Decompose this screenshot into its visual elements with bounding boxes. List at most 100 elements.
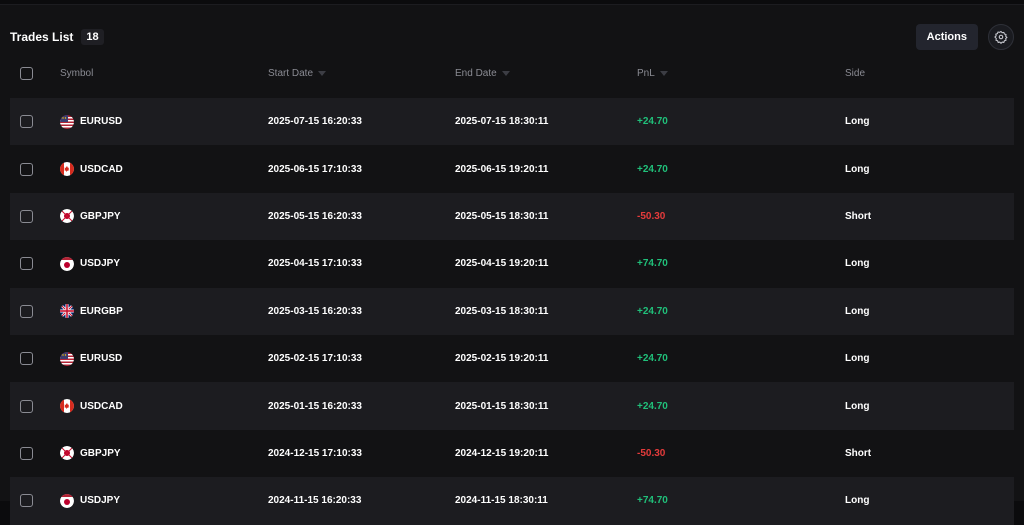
row-checkbox-cell: [20, 430, 40, 477]
symbol-cell: USDCAD: [60, 382, 260, 429]
symbol-text: EURUSD: [80, 353, 123, 365]
table-row[interactable]: EURGBP 2025-03-15 16:20:33 2025-03-15 18:3…: [10, 287, 1014, 335]
column-header-end-date[interactable]: End Date: [455, 48, 635, 98]
end-date-cell: 2025-02-15 19:20:11: [455, 353, 549, 365]
pnl-cell: +24.70: [637, 305, 668, 317]
currency-flag-icon: [60, 304, 74, 319]
side-cell: Short: [845, 447, 872, 459]
symbol-cell: GBPJPY: [60, 193, 260, 240]
row-checkbox[interactable]: [20, 399, 33, 413]
currency-flag-icon: [60, 351, 74, 366]
currency-flag-icon: [60, 114, 74, 129]
pnl-cell: +24.70: [637, 353, 668, 365]
end-date-cell: 2025-01-15 18:30:11: [455, 400, 549, 412]
side-cell: Long: [845, 163, 870, 175]
column-header-side: Side: [845, 48, 965, 98]
symbol-text: USDCAD: [80, 163, 123, 175]
symbol-cell: EURGBP: [60, 288, 260, 335]
settings-button[interactable]: [988, 24, 1014, 50]
symbol-cell: EURUSD: [60, 98, 260, 145]
symbol-text: GBPJPY: [80, 447, 121, 459]
table-row[interactable]: USDJPY 2025-04-15 17:10:33 2025-04-15 19:2…: [10, 240, 1014, 288]
header-checkbox-cell: [20, 48, 40, 98]
row-checkbox-cell: [20, 382, 40, 429]
symbol-text: USDJPY: [80, 258, 121, 270]
symbol-text: EURUSD: [80, 116, 123, 128]
table-row[interactable]: GBPJPY 2025-05-15 16:20:33 2025-05-15 18:3…: [10, 192, 1014, 241]
start-date-cell: 2025-06-15 17:10:33: [268, 163, 362, 175]
table-row[interactable]: EURUSD 2025-07-15 16:20:33 2025-07-15 18:3…: [10, 98, 1014, 146]
currency-flag-icon: [60, 399, 74, 414]
pnl-cell: +24.70: [637, 163, 668, 175]
end-date-cell: 2025-06-15 19:20:11: [455, 163, 549, 175]
pnl-cell: +24.70: [637, 400, 668, 412]
row-checkbox[interactable]: [20, 257, 33, 271]
actions-button[interactable]: Actions: [915, 24, 978, 50]
currency-flag-icon: [60, 256, 74, 271]
sort-caret-icon[interactable]: [659, 70, 668, 76]
row-checkbox-cell: [20, 145, 40, 192]
symbol-cell: USDCAD: [60, 145, 260, 192]
table-row[interactable]: USDCAD 2025-01-15 16:20:33 2025-01-15 18:3…: [10, 382, 1014, 430]
table-body: EURUSD 2025-07-15 16:20:33 2025-07-15 18:3…: [10, 98, 1014, 525]
symbol-text: GBPJPY: [80, 210, 121, 222]
row-checkbox[interactable]: [20, 304, 33, 318]
side-cell: Long: [845, 400, 870, 412]
row-checkbox[interactable]: [20, 446, 33, 460]
row-checkbox-cell: [20, 240, 40, 287]
symbol-cell: USDJPY: [60, 240, 260, 287]
column-header-start-date[interactable]: Start Date: [268, 48, 448, 98]
start-date-cell: 2025-02-15 17:10:33: [268, 353, 362, 365]
trades-table: Symbol Start Date End Date PnL Side EURU…: [10, 48, 1014, 525]
row-checkbox-cell: [20, 288, 40, 335]
column-header-pnl[interactable]: PnL: [637, 48, 797, 98]
end-date-cell: 2025-04-15 19:20:11: [455, 258, 549, 270]
header-actions: Actions: [915, 24, 1014, 50]
side-cell: Long: [845, 353, 870, 365]
start-date-cell: 2025-01-15 16:20:33: [268, 400, 362, 412]
row-checkbox[interactable]: [20, 209, 33, 223]
sort-caret-icon[interactable]: [501, 70, 510, 76]
currency-flag-icon: [60, 446, 74, 461]
row-checkbox-cell: [20, 193, 40, 240]
side-cell: Short: [845, 210, 872, 222]
start-date-cell: 2025-03-15 16:20:33: [268, 305, 362, 317]
column-header-symbol: Symbol: [60, 48, 260, 98]
pnl-cell: -50.30: [637, 447, 666, 459]
column-label-pnl: PnL: [637, 67, 655, 79]
symbol-text: USDCAD: [80, 400, 123, 412]
row-checkbox[interactable]: [20, 352, 33, 366]
pnl-cell: +74.70: [637, 258, 668, 270]
end-date-cell: 2025-05-15 18:30:11: [455, 210, 549, 222]
side-cell: Long: [845, 116, 870, 128]
column-label-symbol: Symbol: [60, 67, 94, 79]
row-checkbox[interactable]: [20, 162, 33, 176]
start-date-cell: 2025-04-15 17:10:33: [268, 258, 362, 270]
gear-icon: [994, 30, 1008, 44]
end-date-cell: 2024-12-15 19:20:11: [455, 447, 549, 459]
table-row[interactable]: USDCAD 2025-06-15 17:10:33 2025-06-15 19:2…: [10, 145, 1014, 193]
table-header-row: Symbol Start Date End Date PnL Side: [10, 48, 1014, 98]
end-date-cell: 2025-03-15 18:30:11: [455, 305, 549, 317]
column-label-end-date: End Date: [455, 67, 497, 79]
trade-count-badge: 18: [81, 29, 104, 45]
table-row[interactable]: GBPJPY 2024-12-15 17:10:33 2024-12-15 19:2…: [10, 429, 1014, 478]
title-group: Trades List 18: [10, 29, 104, 45]
currency-flag-icon: [60, 162, 74, 177]
row-checkbox[interactable]: [20, 115, 33, 129]
select-all-checkbox[interactable]: [20, 66, 33, 80]
side-cell: Long: [845, 258, 870, 270]
currency-flag-icon: [60, 209, 74, 224]
symbol-cell: EURUSD: [60, 335, 260, 382]
end-date-cell: 2025-07-15 18:30:11: [455, 116, 549, 128]
page-title: Trades List: [10, 30, 74, 44]
column-label-start-date: Start Date: [268, 67, 314, 79]
row-checkbox-cell: [20, 98, 40, 145]
pnl-cell: +24.70: [637, 116, 668, 128]
pnl-cell: -50.30: [637, 210, 666, 222]
table-row[interactable]: EURUSD 2025-02-15 17:10:33 2025-02-15 19:2…: [10, 334, 1014, 383]
side-cell: Long: [845, 305, 870, 317]
column-label-side: Side: [845, 67, 866, 79]
start-date-cell: 2025-05-15 16:20:33: [268, 210, 362, 222]
sort-caret-icon[interactable]: [318, 70, 327, 76]
